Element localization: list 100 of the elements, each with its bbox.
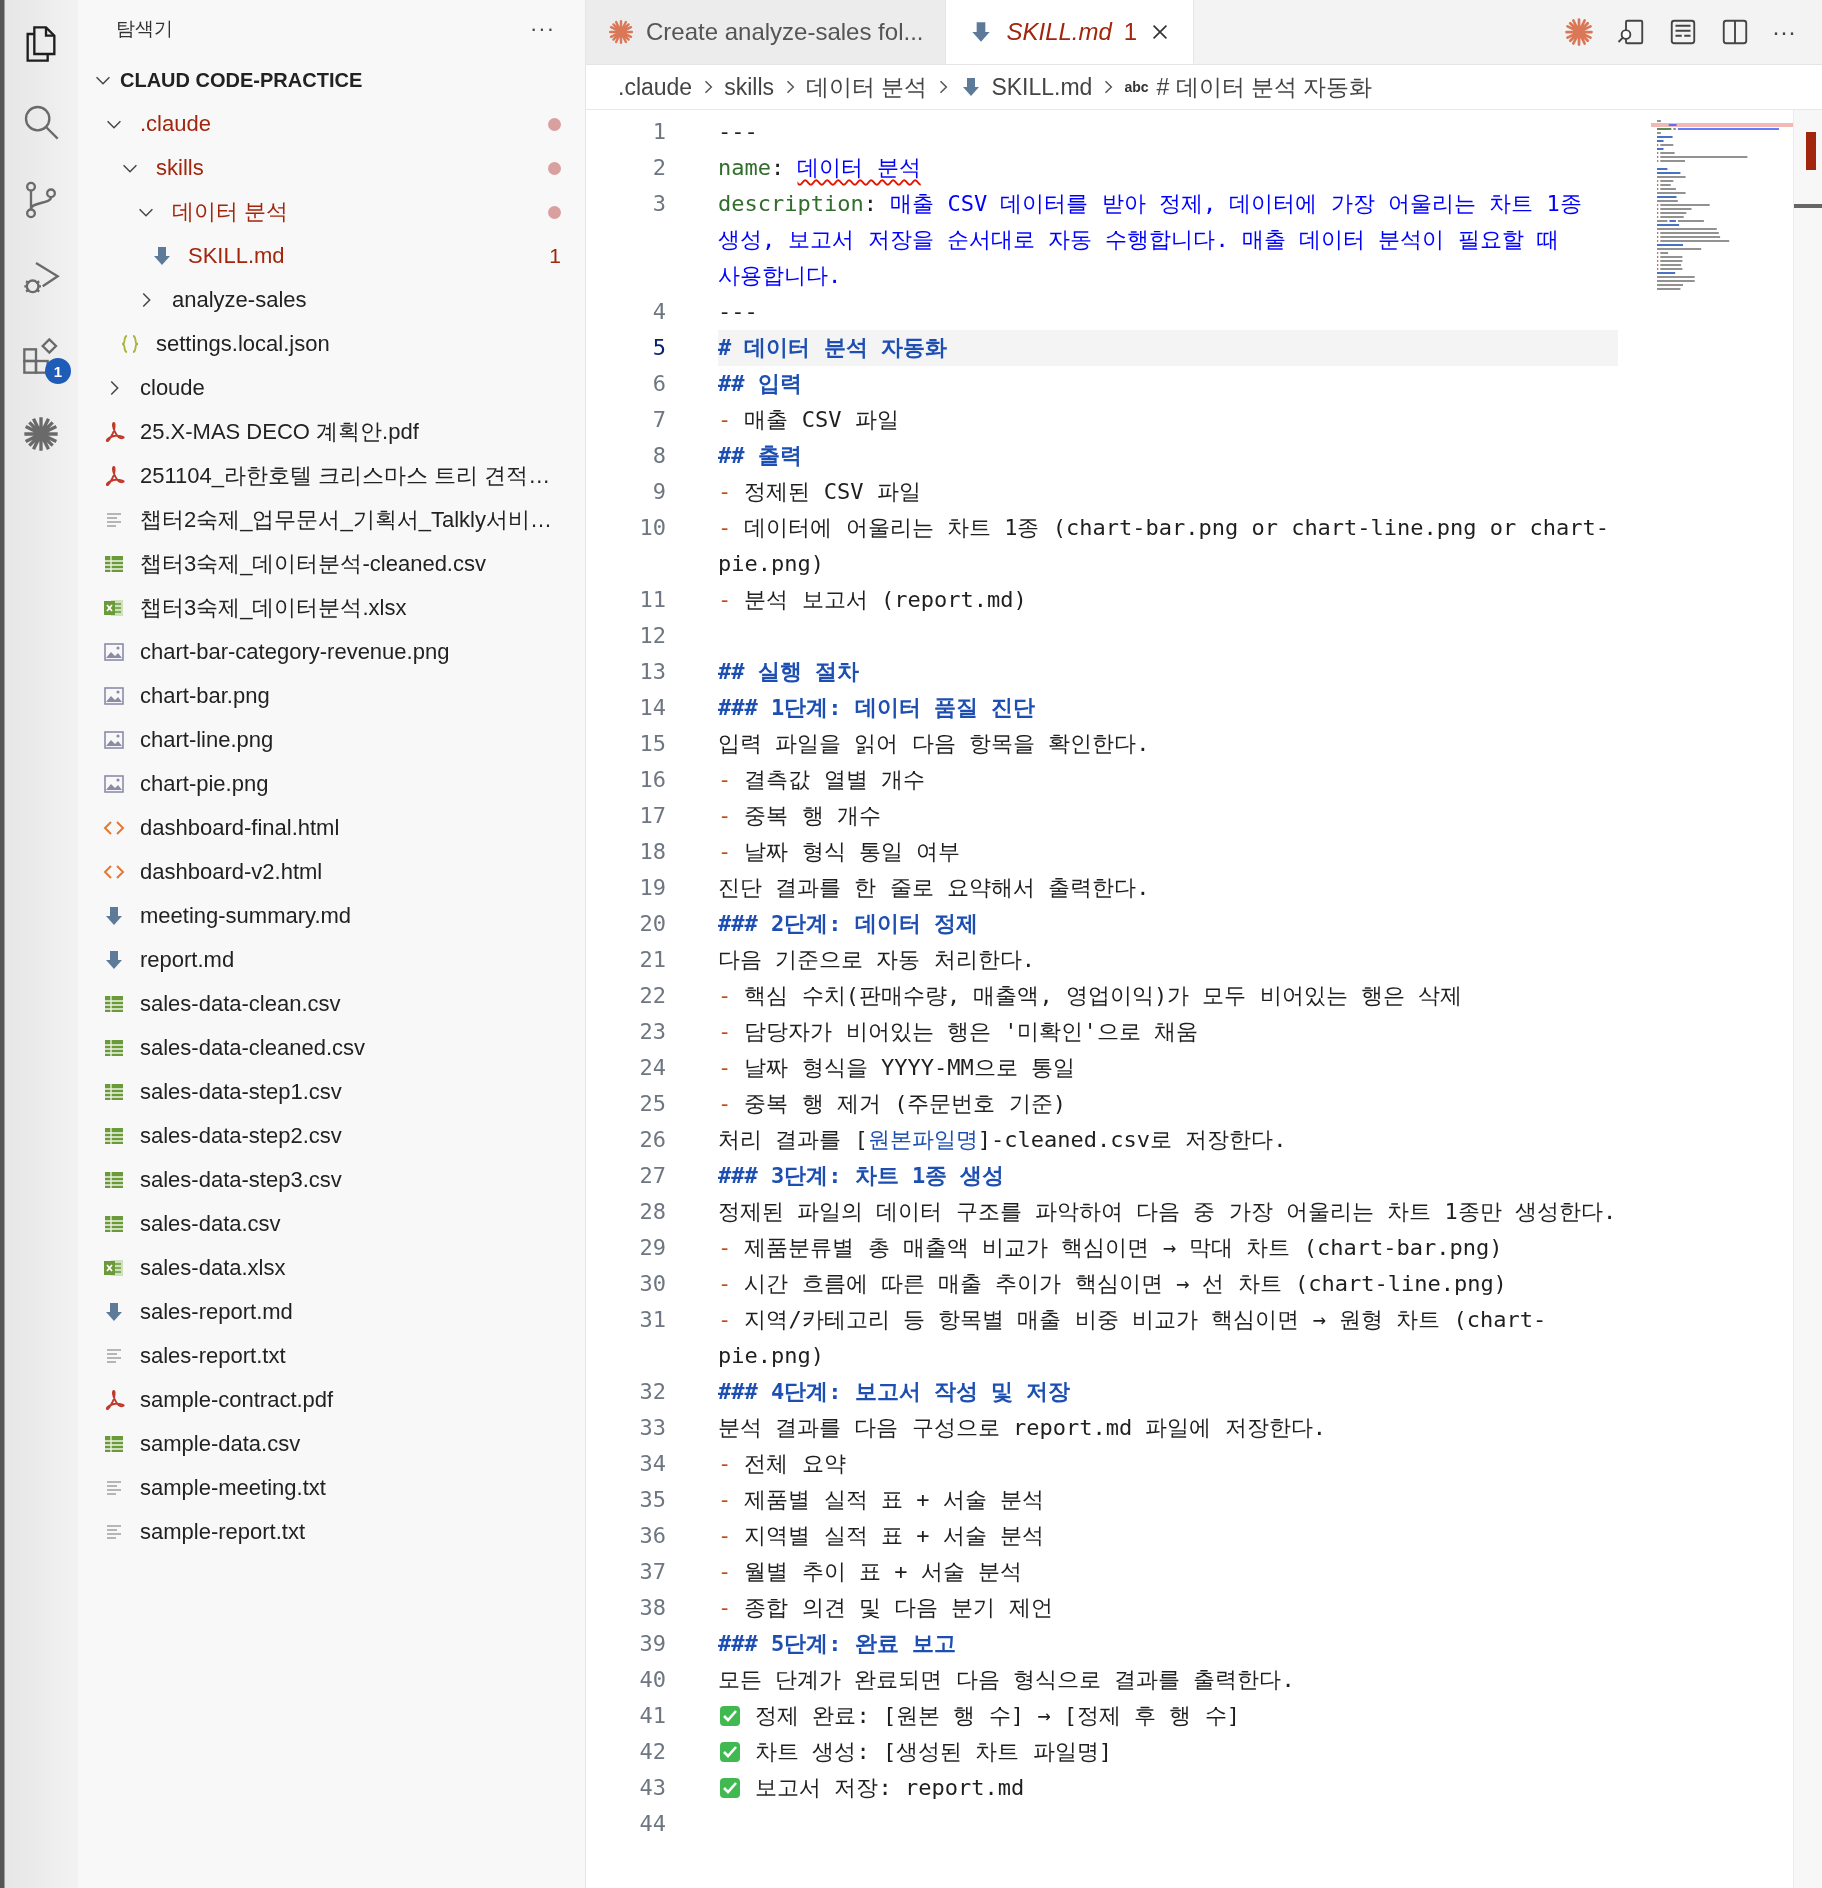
line-number: 43: [638, 1774, 666, 1802]
editor-tab[interactable]: SKILL.md 1: [946, 0, 1195, 64]
breadcrumb-item[interactable]: # 데이터 분석 자동화: [1156, 71, 1373, 103]
code-line: - 월별 추이 표 + 서술 분석: [718, 1558, 1022, 1586]
line-number: 14: [638, 694, 666, 722]
line-number: 18: [638, 838, 666, 866]
file-item[interactable]: sales-data-step1.csv: [140, 1079, 342, 1105]
code-line: - 종합 의견 및 다음 분기 제언: [718, 1594, 1053, 1622]
breadcrumb-item[interactable]: skills: [724, 73, 774, 101]
code-line: 모든 단계가 완료되면 다음 형식으로 결과를 출력한다.: [718, 1666, 1295, 1694]
more-actions-button[interactable]: ···: [1772, 18, 1796, 46]
section-title[interactable]: CLAUD CODE-PRACTICE: [120, 68, 363, 92]
line-number: 27: [638, 1162, 666, 1190]
code-line: # 데이터 분석 자동화: [718, 334, 947, 362]
panel-title: 탐색기: [116, 17, 173, 41]
code-line: 다음 기준으로 자동 처리한다.: [718, 946, 1035, 974]
file-item[interactable]: chart-bar.png: [140, 683, 270, 709]
line-number: 30: [638, 1270, 666, 1298]
file-item[interactable]: dashboard-final.html: [140, 815, 340, 841]
file-item[interactable]: report.md: [140, 947, 235, 973]
code-line: 차트 생성: [생성된 차트 파일명]: [754, 1738, 1112, 1766]
line-number: 9: [651, 478, 666, 506]
file-item[interactable]: sales-data-step3.csv: [140, 1167, 342, 1193]
file-item[interactable]: sample-report.txt: [140, 1519, 306, 1545]
code-line: - 지역별 실적 표 + 서술 분석: [718, 1522, 1044, 1550]
image-icon: [102, 684, 126, 708]
line-number: 1: [651, 118, 666, 146]
breadcrumb-item[interactable]: .claude: [618, 73, 693, 101]
line-number: 40: [638, 1666, 666, 1694]
folder-item[interactable]: 데이터 분석: [172, 197, 289, 227]
folder-item[interactable]: analyze-sales: [172, 287, 307, 313]
line-number: 26: [638, 1126, 666, 1154]
file-item[interactable]: sales-report.md: [140, 1299, 293, 1325]
breadcrumb-item[interactable]: 데이터 분석: [806, 71, 928, 103]
file-item[interactable]: sample-meeting.txt: [140, 1475, 326, 1501]
file-item[interactable]: 25.X-MAS DECO 계획안.pdf: [140, 417, 419, 447]
file-item[interactable]: 챕터3숙제_데이터분석.xlsx: [140, 593, 407, 623]
file-item[interactable]: sales-data-clean.csv: [140, 991, 341, 1017]
burst-icon[interactable]: [1564, 17, 1594, 47]
code-line: 입력 파일을 읽어 다음 항목을 확인한다.: [718, 730, 1150, 758]
file-item[interactable]: meeting-summary.md: [140, 903, 352, 929]
error-marker: [1806, 132, 1816, 170]
file-item[interactable]: sales-data.xlsx: [140, 1255, 286, 1281]
check-box-icon: [718, 1704, 742, 1728]
editor-tab[interactable]: Create analyze-sales fol...: [586, 0, 947, 64]
code-line: ### 1단계: 데이터 품질 진단: [718, 694, 1036, 722]
file-item[interactable]: sales-report.txt: [140, 1343, 286, 1369]
line-number: 29: [638, 1234, 666, 1262]
code-line: - 전체 요약: [718, 1450, 846, 1478]
image-icon: [102, 640, 126, 664]
breadcrumb-item[interactable]: SKILL.md: [991, 73, 1093, 101]
line-number: 38: [638, 1594, 666, 1622]
code-line: description: 매출 CSV 데이터를 받아 정제, 데이터에 가장 어울리는 차트 1종 생성, 보고서 저장을 순서대로 자동 수행합니다. 매출 데이터 분석이 필요할 때 사용합니다.: [718, 190, 1583, 290]
folder-item[interactable]: cloude: [140, 375, 205, 401]
code-line: - 날짜 형식 통일 여부: [718, 838, 961, 866]
file-item[interactable]: 챕터2숙제_업무문서_기획서_Talkly서비…: [140, 505, 552, 535]
code-line: ## 입력: [718, 370, 802, 398]
file-item[interactable]: sales-data-step2.csv: [140, 1123, 342, 1149]
more-actions-button[interactable]: ···: [530, 16, 555, 42]
code-line: ### 3단계: 차트 1종 생성: [718, 1162, 1005, 1190]
file-item[interactable]: settings.local.json: [156, 331, 330, 357]
file-item[interactable]: 챕터3숙제_데이터분석-cleaned.csv: [140, 549, 486, 579]
magnifier-page-icon[interactable]: [1616, 17, 1646, 47]
line-number: 17: [638, 802, 666, 830]
folder-item[interactable]: skills: [156, 155, 204, 181]
problem-count: 1: [549, 244, 561, 268]
layout-icon[interactable]: [1668, 17, 1698, 47]
file-item[interactable]: chart-pie.png: [140, 771, 269, 797]
burst-icon[interactable]: [21, 414, 61, 454]
file-item[interactable]: SKILL.md: [188, 243, 285, 269]
code-line: 정제된 파일의 데이터 구조를 파악하여 다음 중 가장 어울리는 차트 1종만 생성한다.: [718, 1198, 1617, 1226]
code-line: ## 출력: [718, 442, 802, 470]
line-number: 13: [638, 658, 666, 686]
file-item[interactable]: sales-data-cleaned.csv: [140, 1035, 365, 1061]
code-line: - 지역/카테고리 등 항목별 매출 비중 비교가 핵심이면 → 원형 차트 (chart-pie.png): [718, 1306, 1548, 1370]
line-number: 15: [638, 730, 666, 758]
file-item[interactable]: sample-data.csv: [140, 1431, 301, 1457]
code-line: - 날짜 형식을 YYYY-MM으로 통일: [718, 1054, 1075, 1082]
file-item[interactable]: chart-line.png: [140, 727, 274, 753]
scrollbar[interactable]: [1793, 110, 1822, 1888]
cursor-marker: [1794, 204, 1822, 208]
code-line: 분석 결과를 다음 구성으로 report.md 파일에 저장한다.: [718, 1414, 1326, 1442]
file-item[interactable]: sample-contract.pdf: [140, 1387, 334, 1413]
code-line: ### 2단계: 데이터 정제: [718, 910, 978, 938]
file-item[interactable]: chart-bar-category-revenue.png: [140, 639, 450, 665]
code-line: 정제 완료: [원본 행 수] → [정제 후 행 수]: [754, 1702, 1240, 1730]
line-number: 20: [638, 910, 666, 938]
file-item[interactable]: 251104_라한호텔 크리스마스 트리 견적…: [140, 461, 551, 491]
code-line: - 결측값 열별 개수: [718, 766, 925, 794]
folder-item[interactable]: .claude: [140, 111, 211, 137]
line-number: 33: [638, 1414, 666, 1442]
line-number: 36: [638, 1522, 666, 1550]
file-item[interactable]: dashboard-v2.html: [140, 859, 323, 885]
split-editor-icon[interactable]: [1720, 17, 1750, 47]
line-number: 12: [638, 622, 666, 650]
file-item[interactable]: sales-data.csv: [140, 1211, 281, 1237]
line-number: 37: [638, 1558, 666, 1586]
line-number: 44: [638, 1810, 666, 1838]
code-line: 진단 결과를 한 줄로 요약해서 출력한다.: [718, 874, 1150, 902]
code-line: ## 실행 절차: [718, 658, 859, 686]
